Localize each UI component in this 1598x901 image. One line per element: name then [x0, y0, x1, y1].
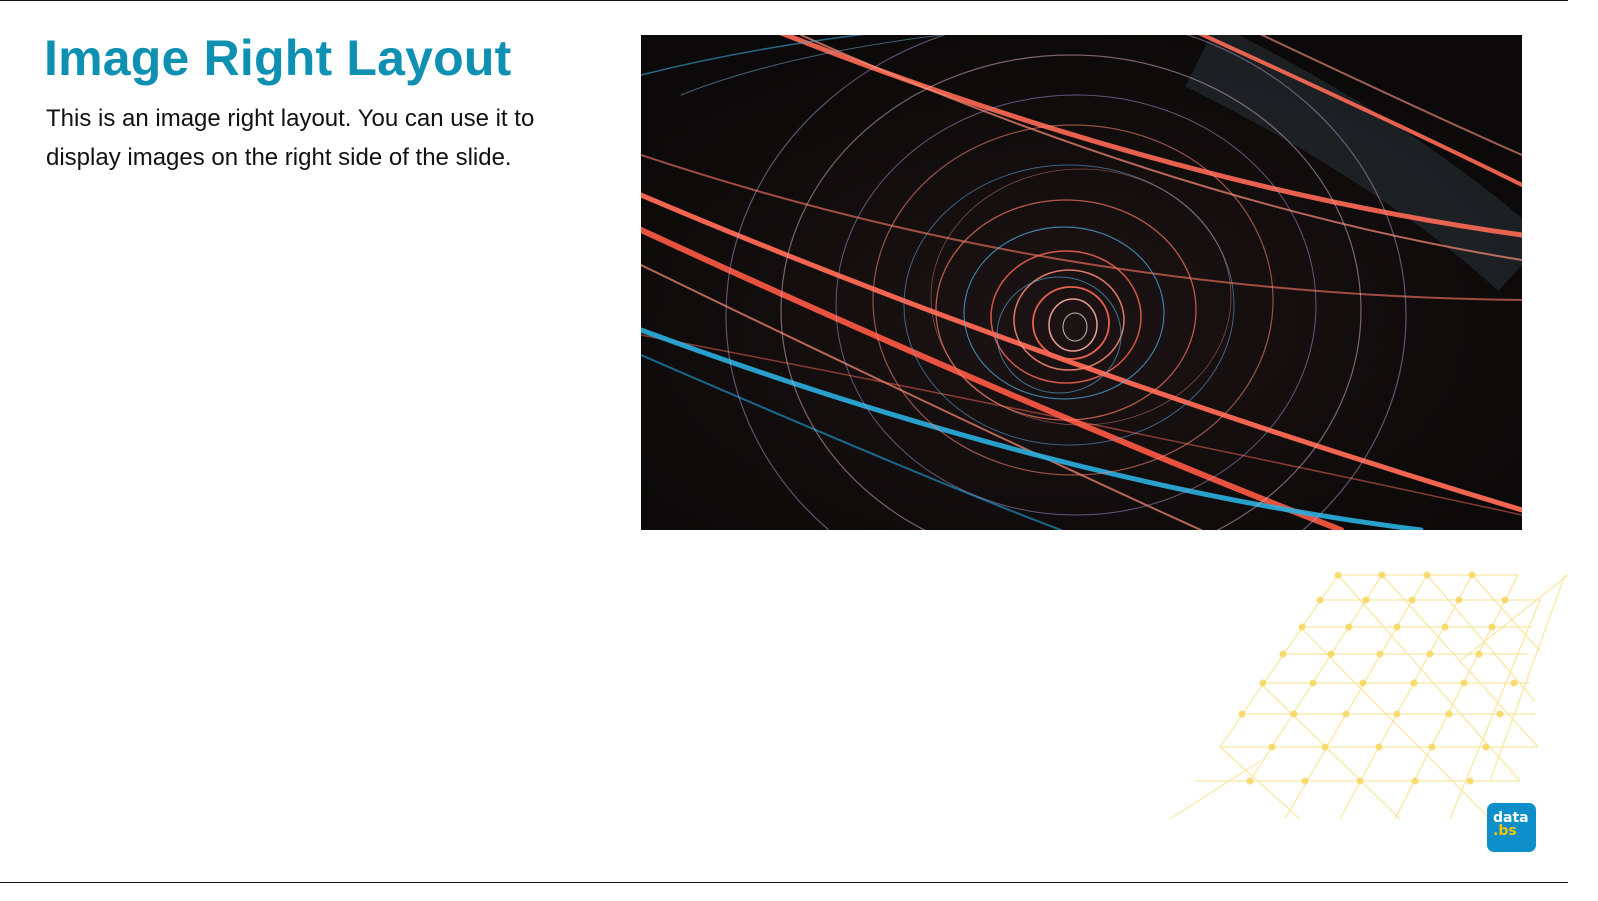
slide-body-text: This is an image right layout. You can u…	[46, 105, 535, 171]
databs-logo: data .bs	[1487, 803, 1536, 852]
light-trails-photo-icon	[641, 35, 1522, 530]
slide-title: Image Right Layout	[44, 30, 512, 86]
yellow-network-grid-icon	[1169, 571, 1568, 820]
slide: Image Right Layout This is an image righ…	[0, 0, 1568, 883]
network-grid-decoration	[1160, 561, 1568, 831]
slide-image	[641, 35, 1522, 530]
logo-line-bs: .bs	[1493, 823, 1517, 839]
